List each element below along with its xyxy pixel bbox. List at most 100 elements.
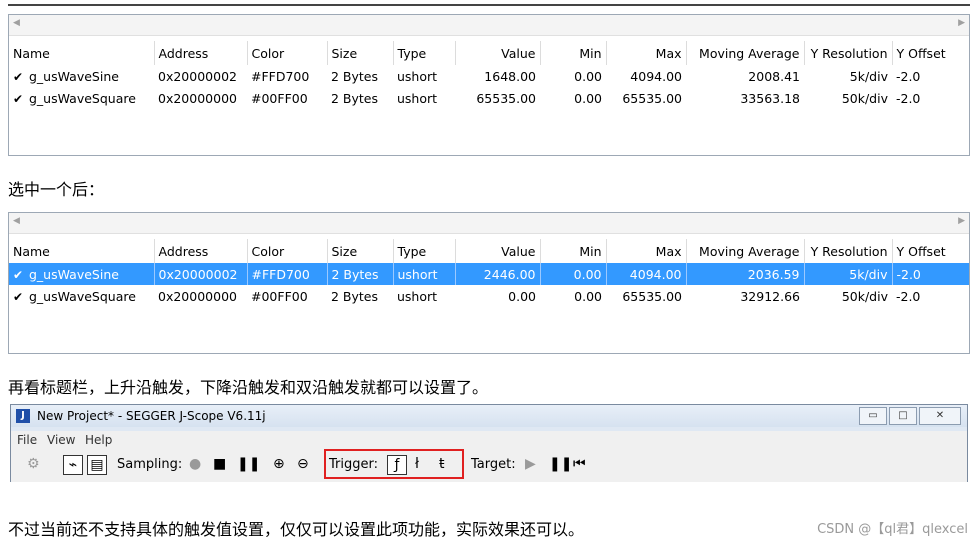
menu-file[interactable]: File [17,433,37,447]
stop-icon[interactable]: ■ [213,455,226,473]
both-edges-icon[interactable]: ŧ [439,455,445,473]
horizontal-scrollbar[interactable]: ◀ ▶ [9,15,969,36]
jscope-window: J New Project* - SEGGER J-Scope V6.11j ▭… [10,404,968,482]
col-min[interactable]: Min [540,239,607,263]
cell-y-offset: -2.0 [892,263,969,285]
check-icon[interactable]: ✔ [13,290,27,304]
col-moving-average[interactable]: Moving Average [686,41,805,65]
cell-color: #00FF00 [251,288,308,304]
gear-icon[interactable]: ⚙ [27,455,40,473]
cell-y-resolution: 50k/div [841,90,888,106]
cell-y-offset: -2.0 [896,288,921,304]
menu-view[interactable]: View [47,433,75,447]
cell-moving-average: 33563.18 [740,90,800,106]
pause-icon[interactable]: ❚❚ [549,455,572,473]
col-color[interactable]: Color [247,41,328,65]
col-size[interactable]: Size [327,239,394,263]
col-address[interactable]: Address [154,41,248,65]
scroll-right-icon[interactable]: ▶ [958,216,965,226]
table-row[interactable]: ✔ g_usWaveSquare 0x20000000 #00FF00 2 Byt… [9,285,969,307]
scroll-right-icon[interactable]: ▶ [958,18,965,28]
step-back-icon[interactable]: ⏮ [573,455,586,473]
caption-note: 不过当前还不支持具体的触发值设置，仅仅可以设置此项功能，实际效果还可以。 [8,520,585,539]
top-divider [8,4,970,6]
cell-color: #00FF00 [251,90,308,106]
col-color[interactable]: Color [247,239,328,263]
col-max[interactable]: Max [606,239,687,263]
col-value[interactable]: Value [455,239,541,263]
menu-bar: File View Help [11,431,967,449]
table-row[interactable]: ✔ g_usWaveSquare 0x20000000 #00FF00 2 Byt… [9,87,969,109]
col-value[interactable]: Value [455,41,541,65]
cell-name: g_usWaveSine [29,68,119,84]
cell-address: 0x20000002 [154,263,248,285]
cell-min: 0.00 [574,288,602,304]
record-icon[interactable]: ● [189,455,201,473]
col-name[interactable]: Name [9,239,155,263]
falling-edge-icon[interactable]: ł [415,455,419,473]
pause-icon[interactable]: ❚❚ [237,455,260,473]
cell-name: g_usWaveSquare [29,90,136,106]
target-label: Target: [471,457,516,472]
zoom-in-icon[interactable]: ⊕ [273,455,285,473]
table-icon[interactable]: ▤ [87,455,107,475]
cell-y-offset: -2.0 [896,90,921,106]
sampling-label: Sampling: [117,457,183,472]
check-icon[interactable]: ✔ [13,92,27,106]
cell-address: 0x20000000 [158,90,237,106]
cell-max: 4094.00 [630,68,682,84]
col-type[interactable]: Type [393,41,456,65]
variables-table: Name Address Color Size Type Value Min M… [9,239,969,307]
col-y-resolution[interactable]: Y Resolution [804,239,893,263]
window-title: New Project* - SEGGER J-Scope V6.11j [37,409,266,423]
col-address[interactable]: Address [154,239,248,263]
col-min[interactable]: Min [540,41,607,65]
col-name[interactable]: Name [9,41,155,65]
scroll-left-icon[interactable]: ◀ [13,18,20,28]
col-max[interactable]: Max [606,41,687,65]
cell-max: 65535.00 [622,90,682,106]
cell-value: 1648.00 [484,68,536,84]
maximize-button[interactable]: □ [889,407,917,425]
col-y-offset[interactable]: Y Offset [892,41,969,65]
cell-y-offset: -2.0 [896,68,921,84]
table-row-selected[interactable]: ✔ g_usWaveSine 0x20000002 #FFD700 2 Bytes… [9,263,969,285]
cell-size: 2 Bytes [331,68,379,84]
col-y-resolution[interactable]: Y Resolution [804,41,893,65]
variables-table: Name Address Color Size Type Value Min M… [9,41,969,109]
cell-max: 4094.00 [606,263,687,285]
col-size[interactable]: Size [327,41,394,65]
col-moving-average[interactable]: Moving Average [686,239,805,263]
check-icon[interactable]: ✔ [13,70,27,84]
col-type[interactable]: Type [393,239,456,263]
horizontal-scrollbar[interactable]: ◀ ▶ [9,213,969,234]
caption-after-select: 选中一个后： [8,180,105,199]
cell-min: 0.00 [540,263,607,285]
rising-edge-icon[interactable]: ƒ [387,455,407,475]
line-chart-icon[interactable]: ⌁ [63,455,83,475]
check-icon[interactable]: ✔ [13,268,27,282]
scroll-left-icon[interactable]: ◀ [13,216,20,226]
cell-moving-average: 2008.41 [748,68,800,84]
cell-moving-average: 32912.66 [740,288,800,304]
title-bar[interactable]: J New Project* - SEGGER J-Scope V6.11j ▭… [11,405,967,427]
cell-address: 0x20000002 [158,68,237,84]
cell-type: ushort [393,263,456,285]
col-y-offset[interactable]: Y Offset [892,239,969,263]
table-header: Name Address Color Size Type Value Min M… [9,41,969,65]
play-icon[interactable]: ▶ [525,455,536,473]
zoom-out-icon[interactable]: ⊖ [297,455,309,473]
cell-min: 0.00 [574,90,602,106]
cell-y-resolution: 50k/div [841,288,888,304]
cell-max: 65535.00 [622,288,682,304]
cell-moving-average: 2036.59 [686,263,805,285]
close-button[interactable]: ✕ [919,407,961,425]
cell-value: 0.00 [508,288,536,304]
cell-name: g_usWaveSine [29,266,119,282]
table-row[interactable]: ✔ g_usWaveSine 0x20000002 #FFD700 2 Bytes… [9,65,969,87]
trigger-label: Trigger: [329,457,378,472]
menu-help[interactable]: Help [85,433,112,447]
minimize-button[interactable]: ▭ [859,407,887,425]
cell-color: #FFD700 [247,263,328,285]
app-icon: J [16,409,30,423]
